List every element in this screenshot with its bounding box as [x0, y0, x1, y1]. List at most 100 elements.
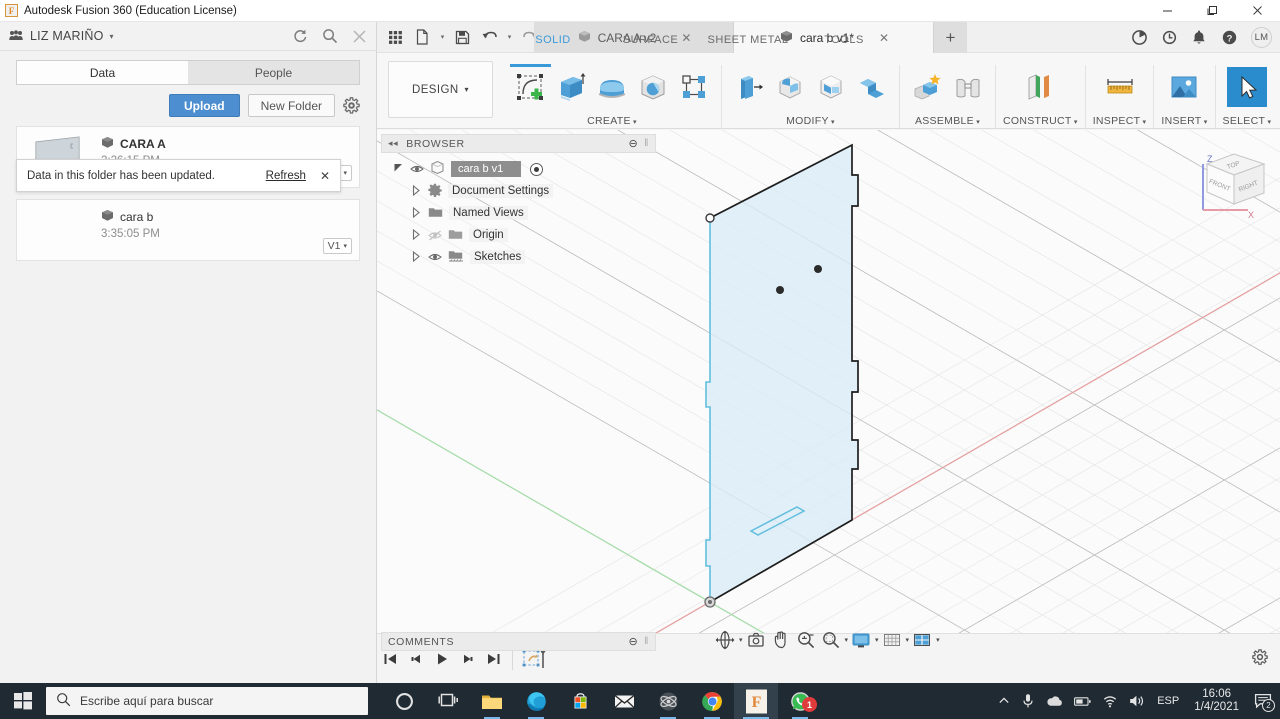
new-document-dropdown[interactable]: ▾ [436, 24, 449, 51]
mail-icon[interactable] [602, 683, 646, 719]
fit-dropdown-icon[interactable]: ▾ [845, 636, 849, 644]
refresh-link[interactable]: Refresh [266, 170, 306, 182]
google-chrome-icon[interactable] [690, 683, 734, 719]
activate-component-radio[interactable] [530, 162, 544, 176]
tree-node-named-views[interactable]: Named Views [381, 202, 656, 224]
microsoft-store-icon[interactable] [558, 683, 602, 719]
microsoft-edge-icon[interactable] [514, 683, 558, 719]
minimize-panel-icon[interactable]: ⊖ [628, 635, 638, 648]
ribbon-group-label[interactable]: INSPECT ▾ [1093, 115, 1147, 128]
orbit-icon[interactable] [713, 628, 737, 652]
undo-icon[interactable] [476, 24, 503, 51]
save-icon[interactable] [449, 24, 476, 51]
list-item[interactable]: cara b 3:35:05 PM V1 ▾ [16, 199, 360, 261]
expand-arrow-icon[interactable] [411, 184, 422, 198]
workspace-selector[interactable]: DESIGN ▾ [388, 61, 493, 118]
clock[interactable]: 16:06 1/4/2021 [1190, 688, 1243, 714]
look-at-icon[interactable] [744, 628, 768, 652]
combine-icon[interactable] [852, 67, 892, 107]
ribbon-group-label[interactable]: ASSEMBLE ▾ [915, 115, 980, 128]
offset-plane-icon[interactable] [1020, 67, 1060, 107]
minimize-panel-icon[interactable]: ⊖ [628, 137, 638, 150]
collapse-icon[interactable]: ◂◂ [388, 138, 398, 149]
grid-apps-icon[interactable] [382, 24, 409, 51]
file-explorer-icon[interactable] [470, 683, 514, 719]
revolve-icon[interactable] [592, 67, 632, 107]
sweep-icon[interactable] [633, 67, 673, 107]
orbit-dropdown-icon[interactable]: ▾ [739, 636, 743, 644]
action-center-icon[interactable]: 2 [1254, 693, 1275, 712]
whatsapp-icon[interactable]: 1 [778, 683, 822, 719]
tab-people[interactable]: People [188, 60, 360, 85]
joint-icon[interactable] [948, 67, 988, 107]
ribbon-group-label[interactable]: CREATE ▾ [587, 115, 637, 128]
cortana-icon[interactable] [382, 683, 426, 719]
grid-snaps-icon[interactable] [880, 628, 904, 652]
ribbon-group-label[interactable]: SELECT ▾ [1223, 115, 1272, 128]
panel-grip-icon[interactable]: ‖ [644, 636, 649, 647]
ribbon-group-label[interactable]: INSERT ▾ [1161, 115, 1207, 128]
expand-arrow-icon[interactable] [393, 163, 404, 176]
tab-solid[interactable]: SOLID [503, 34, 603, 52]
search-input[interactable]: Escribe aquí para buscar [46, 687, 368, 715]
tree-node-root[interactable]: cara b v1 [381, 158, 656, 180]
viewports-dropdown-icon[interactable]: ▾ [936, 636, 940, 644]
visibility-eye-hidden-icon[interactable] [428, 230, 442, 241]
task-view-icon[interactable] [426, 683, 470, 719]
create-sketch-icon[interactable] [510, 67, 550, 107]
view-cube[interactable]: Z X TOP FRONT RIGHT [1186, 142, 1268, 220]
wifi-icon[interactable] [1102, 695, 1118, 708]
microphone-icon[interactable] [1021, 693, 1035, 709]
pan-icon[interactable] [769, 628, 793, 652]
windows-start-icon[interactable] [0, 683, 46, 719]
close-icon[interactable]: ✕ [320, 169, 330, 183]
version-badge[interactable]: V1 ▾ [322, 238, 352, 254]
tab-sheet-metal[interactable]: SHEET METAL [698, 34, 798, 52]
select-cursor-icon[interactable] [1226, 67, 1267, 107]
new-component-icon[interactable] [907, 67, 947, 107]
timeline-settings-gear-icon[interactable] [1252, 649, 1268, 668]
display-settings-icon[interactable] [849, 628, 873, 652]
insert-image-icon[interactable] [1164, 67, 1204, 107]
tab-tools[interactable]: TOOLS [798, 34, 890, 52]
fusion360-icon[interactable]: F [734, 683, 778, 719]
measure-icon[interactable] [1100, 67, 1140, 107]
new-folder-button[interactable]: New Folder [247, 94, 335, 117]
maximize-button[interactable] [1190, 0, 1235, 22]
gear-icon[interactable] [343, 97, 360, 114]
battery-icon[interactable] [1074, 696, 1091, 707]
expand-arrow-icon[interactable] [411, 228, 422, 242]
upload-button[interactable]: Upload [168, 94, 240, 117]
tree-node-origin[interactable]: Origin [381, 224, 656, 246]
language-indicator[interactable]: ESP [1157, 695, 1179, 707]
search-icon[interactable] [322, 28, 338, 44]
close-panel-icon[interactable] [352, 29, 367, 44]
chevron-down-icon[interactable]: ▾ [110, 32, 114, 41]
press-pull-icon[interactable] [729, 67, 769, 107]
panel-grip-icon[interactable]: ‖ [644, 138, 649, 149]
shell-icon[interactable] [811, 67, 851, 107]
tree-node-sketches[interactable]: Sketches [381, 246, 656, 268]
expand-arrow-icon[interactable] [411, 250, 422, 264]
tree-node-document-settings[interactable]: Document Settings [381, 180, 656, 202]
fillet-icon[interactable] [770, 67, 810, 107]
volume-icon[interactable] [1129, 694, 1146, 708]
tab-surface[interactable]: SURFACE [603, 34, 698, 52]
expand-arrow-icon[interactable] [411, 206, 422, 220]
fit-icon[interactable] [819, 628, 843, 652]
refresh-icon[interactable] [292, 28, 308, 44]
extrude-icon[interactable] [551, 67, 591, 107]
ribbon-group-label[interactable]: MODIFY ▾ [786, 115, 835, 128]
ribbon-group-label[interactable]: CONSTRUCT ▾ [1003, 115, 1078, 128]
tab-data[interactable]: Data [16, 60, 188, 85]
tray-expand-icon[interactable] [998, 695, 1010, 707]
viewports-icon[interactable] [910, 628, 934, 652]
pattern-icon[interactable] [674, 67, 714, 107]
new-document-icon[interactable] [409, 24, 436, 51]
discord-icon[interactable] [646, 683, 690, 719]
display-dropdown-icon[interactable]: ▾ [875, 636, 879, 644]
minimize-button[interactable] [1145, 0, 1190, 22]
grid-dropdown-icon[interactable]: ▾ [906, 636, 910, 644]
visibility-eye-icon[interactable] [428, 252, 442, 262]
close-button[interactable] [1235, 0, 1280, 22]
